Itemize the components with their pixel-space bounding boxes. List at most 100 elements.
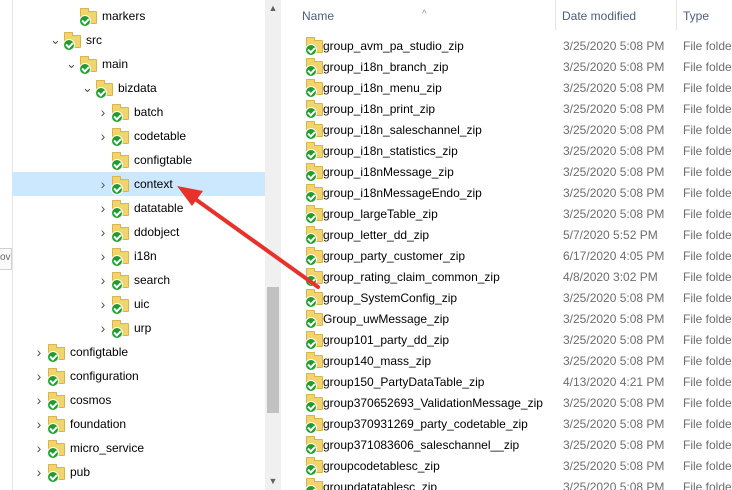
file-row[interactable]: group_largeTable_zip 3/25/2020 5:08 PM Fil… [282,203,732,224]
tree-item[interactable]: › foundation [12,412,265,436]
file-row[interactable]: group_i18nMessage_zip 3/25/2020 5:08 PM Fi… [282,161,732,182]
file-row[interactable]: group_SystemConfig_zip 3/25/2020 5:08 PM F… [282,287,732,308]
tree-item[interactable]: markers [12,4,265,28]
folder-synced-icon [95,80,113,99]
scroll-down-arrow-icon[interactable]: ▼ [265,473,281,490]
folder-synced-icon [305,415,323,434]
chevron-right-icon[interactable]: › [98,201,108,215]
tree-item-label: cosmos [70,393,112,407]
chevron-right-icon[interactable]: › [98,249,108,263]
file-date-modified: 3/25/2020 5:08 PM [563,81,665,95]
tree-item-label: batch [134,105,164,119]
file-name: group_i18n_branch_zip [323,60,449,74]
column-header-date[interactable]: Date modified [556,0,677,30]
chevron-down-icon[interactable]: ⌄ [66,57,77,71]
tree-item[interactable]: › urp [12,316,265,340]
file-name: group_i18n_saleschannel_zip [323,123,482,137]
file-type: File folde [683,228,732,242]
chevron-right-icon[interactable]: › [98,225,108,239]
file-row[interactable]: group140_mass_zip 3/25/2020 5:08 PM File f… [282,350,732,371]
file-row[interactable]: groupdatatablesc_zip 3/25/2020 5:08 PM Fil… [282,476,732,490]
tree-item[interactable]: › configtable [12,340,265,364]
tree-item[interactable]: › datatable [12,196,265,220]
file-row[interactable]: group101_party_dd_zip 3/25/2020 5:08 PM Fi… [282,329,732,350]
folder-synced-icon [305,352,323,371]
file-name: group_i18n_statistics_zip [323,144,458,158]
file-row[interactable]: Group_uwMessage_zip 3/25/2020 5:08 PM File… [282,308,732,329]
file-row[interactable]: group_i18n_print_zip 3/25/2020 5:08 PM Fil… [282,98,732,119]
file-date-modified: 3/25/2020 5:08 PM [563,312,665,326]
file-row[interactable]: group370652693_ValidationMessage_zip 3/25… [282,392,732,413]
file-date-modified: 3/25/2020 5:08 PM [563,60,665,74]
tree-item[interactable]: ⌄ bizdata [12,76,265,100]
file-type: File folde [683,396,732,410]
tree-vertical-scrollbar[interactable]: ▲ ▼ [265,0,281,490]
chevron-right-icon[interactable]: › [98,297,108,311]
scrollbar-thumb[interactable] [267,287,279,413]
scroll-up-arrow-icon[interactable]: ▲ [265,0,281,17]
file-type: File folde [683,102,732,116]
tree-item[interactable]: › uic [12,292,265,316]
file-row[interactable]: group371083606_saleschannel__zip 3/25/202… [282,434,732,455]
chevron-down-icon[interactable]: ⌄ [50,33,61,47]
file-row[interactable]: group_party_customer_zip 6/17/2020 4:05 P… [282,245,732,266]
file-date-modified: 3/25/2020 5:08 PM [563,165,665,179]
tree-item[interactable]: › codetable [12,124,265,148]
file-type: File folde [683,291,732,305]
tree-item[interactable]: › search [12,268,265,292]
folder-synced-icon [305,100,323,119]
chevron-right-icon[interactable]: › [34,441,44,455]
file-type: File folde [683,333,732,347]
tree-item[interactable]: › ddobject [12,220,265,244]
chevron-right-icon[interactable]: › [98,321,108,335]
tree-item[interactable]: ⌄ src [12,28,265,52]
file-date-modified: 4/8/2020 3:02 PM [563,270,658,284]
tree-item-label: context [134,177,173,191]
file-list[interactable]: Name ^ Date modified Type group_avm_pa_s… [282,0,732,490]
file-row[interactable]: group_i18n_branch_zip 3/25/2020 5:08 PM Fi… [282,56,732,77]
chevron-right-icon[interactable]: › [98,129,108,143]
file-date-modified: 3/25/2020 5:08 PM [563,291,665,305]
chevron-right-icon[interactable]: › [98,273,108,287]
file-row[interactable]: group370931269_party_codetable_zip 3/25/2… [282,413,732,434]
file-row[interactable]: group_i18n_menu_zip 3/25/2020 5:08 PM File… [282,77,732,98]
chevron-right-icon[interactable]: › [34,345,44,359]
file-name: group_rating_claim_common_zip [323,270,500,284]
tree-item-label: configtable [134,153,193,167]
file-row[interactable]: group_rating_claim_common_zip 4/8/2020 3:… [282,266,732,287]
chevron-right-icon[interactable]: › [34,369,44,383]
chevron-right-icon[interactable]: › [98,105,108,119]
file-row[interactable]: group_i18n_statistics_zip 3/25/2020 5:08 … [282,140,732,161]
folder-synced-icon [111,296,129,315]
file-date-modified: 3/25/2020 5:08 PM [563,207,665,221]
chevron-right-icon[interactable]: › [34,417,44,431]
tree-item[interactable]: › pub [12,460,265,484]
column-header-type[interactable]: Type [677,0,732,30]
chevron-right-icon[interactable]: › [34,465,44,479]
file-date-modified: 4/13/2020 4:21 PM [563,375,665,389]
file-row[interactable]: group_i18n_saleschannel_zip 3/25/2020 5:0… [282,119,732,140]
chevron-right-icon[interactable]: › [34,393,44,407]
file-row[interactable]: group150_PartyDataTable_zip 4/13/2020 4:2… [282,371,732,392]
tree-item[interactable]: › batch [12,100,265,124]
chevron-right-icon[interactable]: › [98,177,108,191]
file-row[interactable]: group_avm_pa_studio_zip 3/25/2020 5:08 PM… [282,35,732,56]
tree-item[interactable]: ⌄ main [12,52,265,76]
chevron-down-icon[interactable]: ⌄ [82,81,93,95]
folder-synced-icon [305,331,323,350]
tree-item[interactable]: › configuration [12,364,265,388]
navigation-tree[interactable]: markers ⌄ src ⌄ main ⌄ bizdata › batch › codetable… [12,0,265,490]
folder-synced-icon [111,272,129,291]
tree-item[interactable]: › micro_service [12,436,265,460]
tree-item[interactable]: › cosmos [12,388,265,412]
column-header-name[interactable]: Name ^ [282,0,556,30]
file-row[interactable]: groupcodetablesc_zip 3/25/2020 5:08 PM Fil… [282,455,732,476]
file-name: group_i18n_print_zip [323,102,436,116]
file-row[interactable]: group_letter_dd_zip 5/7/2020 5:52 PM File … [282,224,732,245]
file-row[interactable]: group_i18nMessageEndo_zip 3/25/2020 5:08 … [282,182,732,203]
sort-ascending-icon: ^ [422,9,427,20]
tree-item[interactable]: configtable [12,148,265,172]
tree-item[interactable]: › context [12,172,265,196]
file-type: File folde [683,81,732,95]
tree-item[interactable]: › i18n [12,244,265,268]
